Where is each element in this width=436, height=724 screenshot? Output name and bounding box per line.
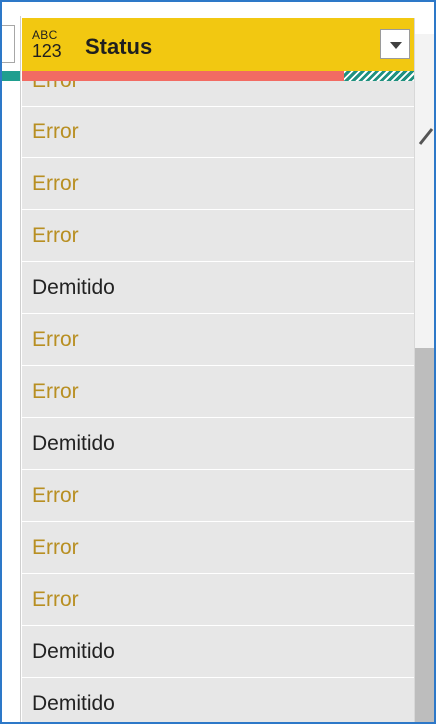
left-column-quality-bar bbox=[2, 71, 20, 81]
table-row[interactable]: Error bbox=[22, 315, 414, 366]
status-cell-text: Error bbox=[32, 588, 79, 611]
filter-dropdown-button[interactable] bbox=[380, 29, 410, 59]
vertical-scrollbar-thumb[interactable] bbox=[415, 348, 434, 722]
table-row[interactable]: Error bbox=[22, 211, 414, 262]
status-cell-text: Demitido bbox=[32, 640, 115, 663]
status-cell-text: Error bbox=[32, 120, 79, 143]
column-header-label: Status bbox=[85, 34, 153, 59]
table-row[interactable]: Error bbox=[22, 471, 414, 522]
table-row[interactable]: Error bbox=[22, 523, 414, 574]
status-cell-text: Error bbox=[32, 81, 79, 93]
resize-handle-icon[interactable] bbox=[418, 126, 434, 146]
status-column-header[interactable]: ABC 123 Status bbox=[22, 18, 414, 72]
valid-data-stripe bbox=[344, 71, 414, 81]
status-cell-text: Error bbox=[32, 172, 79, 195]
status-cell-text: Error bbox=[32, 380, 79, 403]
type-badge-abc-text: ABC bbox=[32, 28, 58, 42]
table-row[interactable]: Error bbox=[22, 159, 414, 210]
table-row[interactable]: Demitido bbox=[22, 419, 414, 470]
left-column-stub bbox=[2, 16, 21, 722]
status-cell-text: Demitido bbox=[32, 432, 115, 455]
table-row[interactable]: Error bbox=[22, 367, 414, 418]
table-row[interactable]: Error bbox=[22, 107, 414, 158]
status-cell-text: Error bbox=[32, 224, 79, 247]
status-cell-text: Error bbox=[32, 328, 79, 351]
table-row[interactable]: Demitido bbox=[22, 627, 414, 678]
status-cell-text: Demitido bbox=[32, 276, 115, 299]
left-column-header-stub[interactable] bbox=[2, 25, 15, 63]
column-quality-bar bbox=[22, 71, 414, 81]
right-scroll-panel bbox=[414, 18, 434, 722]
table-row[interactable]: Error bbox=[22, 575, 414, 626]
type-badge-123-text: 123 bbox=[32, 41, 62, 61]
abc-123-icon[interactable]: ABC 123 bbox=[32, 29, 62, 63]
table-preview-frame: ABC 123 Status Error Error Error Error D… bbox=[0, 0, 436, 724]
table-row[interactable]: Error bbox=[22, 81, 414, 107]
status-column-cells: Error Error Error Error Demitido Error E… bbox=[22, 81, 414, 722]
status-cell-text: Error bbox=[32, 536, 79, 559]
status-cell-text: Error bbox=[32, 484, 79, 507]
status-cell-text: Demitido bbox=[32, 692, 115, 715]
table-row[interactable]: Demitido bbox=[22, 263, 414, 314]
table-row[interactable]: Demitido bbox=[22, 679, 414, 722]
